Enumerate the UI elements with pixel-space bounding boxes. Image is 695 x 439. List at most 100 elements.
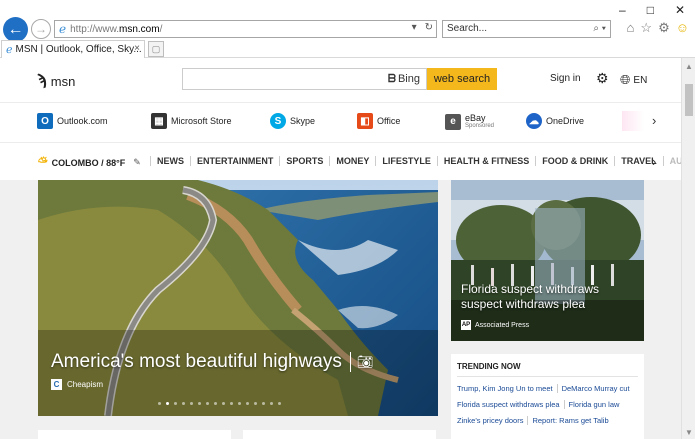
carousel-dot[interactable] xyxy=(270,402,273,405)
smiley-feedback-icon[interactable]: ☺ xyxy=(676,20,689,36)
carousel-dot[interactable] xyxy=(278,402,281,405)
carousel-dot[interactable] xyxy=(222,402,225,405)
side-source-text: Associated Press xyxy=(475,321,530,329)
trending-link[interactable]: Florida suspect withdraws plea xyxy=(457,400,564,409)
carousel-dot[interactable] xyxy=(158,402,161,405)
trending-row: Zinke's pricey doors Report: Rams get Ta… xyxy=(457,416,613,425)
news-card-stub[interactable] xyxy=(38,430,231,439)
app-ebay[interactable]: e eBay Sponsored xyxy=(445,113,494,130)
news-card-stub[interactable] xyxy=(243,430,436,439)
carousel-dot[interactable] xyxy=(238,402,241,405)
chevron-down-icon[interactable]: ▾ xyxy=(412,22,417,33)
browser-chrome: – □ ✕ ← → ℯ http://www. msn.com / ▾ ↻ Sear… xyxy=(0,0,695,58)
hero-headline[interactable]: America's most beautiful highways 📷︎ xyxy=(51,351,373,373)
side-headline-line2: suspect withdraws plea xyxy=(461,297,586,311)
chevron-down-icon[interactable]: ▾ xyxy=(602,23,606,34)
apps-overflow-fade xyxy=(622,111,644,131)
arrow-left-icon: ← xyxy=(7,20,24,38)
address-bar[interactable]: ℯ http://www. msn.com / ▾ ↻ xyxy=(54,20,437,38)
carousel-dot[interactable] xyxy=(206,402,209,405)
nav-entertainment[interactable]: ENTERTAINMENT xyxy=(190,156,279,166)
close-window-button[interactable]: ✕ xyxy=(675,3,685,17)
sign-in-link[interactable]: Sign in xyxy=(550,73,581,84)
trending-link[interactable]: Trump, Kim Jong Un to meet xyxy=(457,384,557,393)
language-selector[interactable]: 🌐︎ EN xyxy=(620,72,647,88)
app-label: OneDrive xyxy=(546,116,585,126)
carousel-dot[interactable] xyxy=(246,402,249,405)
chevron-right-icon[interactable]: › xyxy=(652,154,656,169)
camera-icon: 📷︎ xyxy=(356,354,374,369)
nav-sports[interactable]: SPORTS xyxy=(279,156,329,166)
side-card-headline[interactable]: Florida suspect withdraws suspect withdr… xyxy=(461,282,599,312)
trending-now-panel: TRENDING NOW Trump, Kim Jong Un to meet … xyxy=(451,354,644,439)
app-onedrive[interactable]: ☁ OneDrive xyxy=(526,113,584,129)
star-icon[interactable]: ☆ xyxy=(640,20,652,36)
web-search-input[interactable]: ᗷ Bing xyxy=(182,68,427,90)
carousel-dot[interactable] xyxy=(230,402,233,405)
msn-butterfly-icon: ϡ xyxy=(37,72,47,89)
scroll-down-icon[interactable]: ▼ xyxy=(685,428,693,437)
close-tab-icon[interactable]: × xyxy=(134,43,140,54)
scroll-up-icon[interactable]: ▲ xyxy=(685,62,693,71)
carousel-dot[interactable] xyxy=(214,402,217,405)
outlook-icon: O xyxy=(37,113,53,129)
home-icon[interactable]: ⌂ xyxy=(627,20,635,36)
app-label: eBay xyxy=(465,113,486,123)
msn-page: ϡ msn ᗷ Bing web search Sign in ⚙ 🌐︎ EN O… xyxy=(0,58,681,439)
nav-news[interactable]: NEWS xyxy=(150,156,190,166)
carousel-dot[interactable] xyxy=(182,402,185,405)
trending-link[interactable]: Report: Rams get Talib xyxy=(527,416,612,425)
hero-carousel[interactable]: America's most beautiful highways 📷︎ C C… xyxy=(38,180,438,416)
nav-lifestyle[interactable]: LIFESTYLE xyxy=(375,156,437,166)
gear-icon[interactable]: ⚙ xyxy=(658,20,670,36)
nav-money[interactable]: MONEY xyxy=(329,156,375,166)
search-icon[interactable]: ⌕ xyxy=(593,23,599,34)
tab-title: MSN | Outlook, Office, Sky... xyxy=(15,44,142,55)
weather-widget[interactable]: ⛅︎ COLOMBO / 88°F ✎ xyxy=(38,155,141,170)
forward-button[interactable]: → xyxy=(31,19,51,39)
trending-link[interactable]: Zinke's pricey doors xyxy=(457,416,527,425)
url-suffix: / xyxy=(159,23,163,35)
trending-heading: TRENDING NOW xyxy=(457,362,521,371)
browser-search-box[interactable]: Search... ⌕ ▾ xyxy=(442,20,611,38)
app-office[interactable]: ◧ Office xyxy=(357,113,400,129)
carousel-dot[interactable] xyxy=(198,402,201,405)
scrollbar-thumb[interactable] xyxy=(685,84,693,116)
msn-logo[interactable]: ϡ msn xyxy=(37,72,75,90)
settings-gear-icon[interactable]: ⚙ xyxy=(596,70,609,87)
app-label: Outlook.com xyxy=(57,116,108,126)
carousel-dot[interactable] xyxy=(190,402,193,405)
new-tab-button[interactable]: ▢ xyxy=(148,41,164,57)
arrow-right-icon: → xyxy=(35,22,47,36)
app-skype[interactable]: S Skype xyxy=(270,113,315,129)
minimize-button[interactable]: – xyxy=(619,3,626,17)
vertical-scrollbar[interactable]: ▲ ▼ xyxy=(681,58,695,439)
app-outlook[interactable]: O Outlook.com xyxy=(37,113,108,129)
toolbar-icons: ⌂ ☆ ⚙ ☺ xyxy=(627,20,689,36)
nav-health-fitness[interactable]: HEALTH & FITNESS xyxy=(436,156,535,166)
back-button[interactable]: ← xyxy=(3,17,28,42)
carousel-dot[interactable] xyxy=(174,402,177,405)
nav-food-drink[interactable]: FOOD & DRINK xyxy=(535,156,614,166)
side-headline-line1: Florida suspect withdraws xyxy=(461,282,600,296)
carousel-dot[interactable] xyxy=(254,402,257,405)
trending-link[interactable]: DeMarco Murray cut xyxy=(556,384,634,393)
carousel-dot[interactable] xyxy=(166,402,169,405)
browser-tab[interactable]: ℯ MSN | Outlook, Office, Sky... × xyxy=(1,40,145,58)
maximize-button[interactable]: □ xyxy=(647,3,654,17)
web-search-button[interactable]: web search xyxy=(427,68,497,90)
chevron-right-icon[interactable]: › xyxy=(652,113,656,128)
app-microsoft-store[interactable]: ▦ Microsoft Store xyxy=(151,113,232,129)
edit-pencil-icon[interactable]: ✎ xyxy=(133,157,141,168)
logo-text: msn xyxy=(50,73,76,89)
side-card-source[interactable]: AP Associated Press xyxy=(461,320,529,330)
carousel-dot[interactable] xyxy=(262,402,265,405)
side-news-card[interactable]: Florida suspect withdraws suspect withdr… xyxy=(451,180,644,341)
window-controls: – □ ✕ xyxy=(619,3,685,17)
app-label: Microsoft Store xyxy=(171,116,232,126)
hero-source[interactable]: C Cheapism xyxy=(51,379,103,390)
trending-link[interactable]: Florida gun law xyxy=(563,400,624,409)
nav-auto[interactable]: AUTO xyxy=(662,156,681,166)
refresh-icon[interactable]: ↻ xyxy=(425,22,433,33)
new-tab-icon: ▢ xyxy=(151,43,161,54)
